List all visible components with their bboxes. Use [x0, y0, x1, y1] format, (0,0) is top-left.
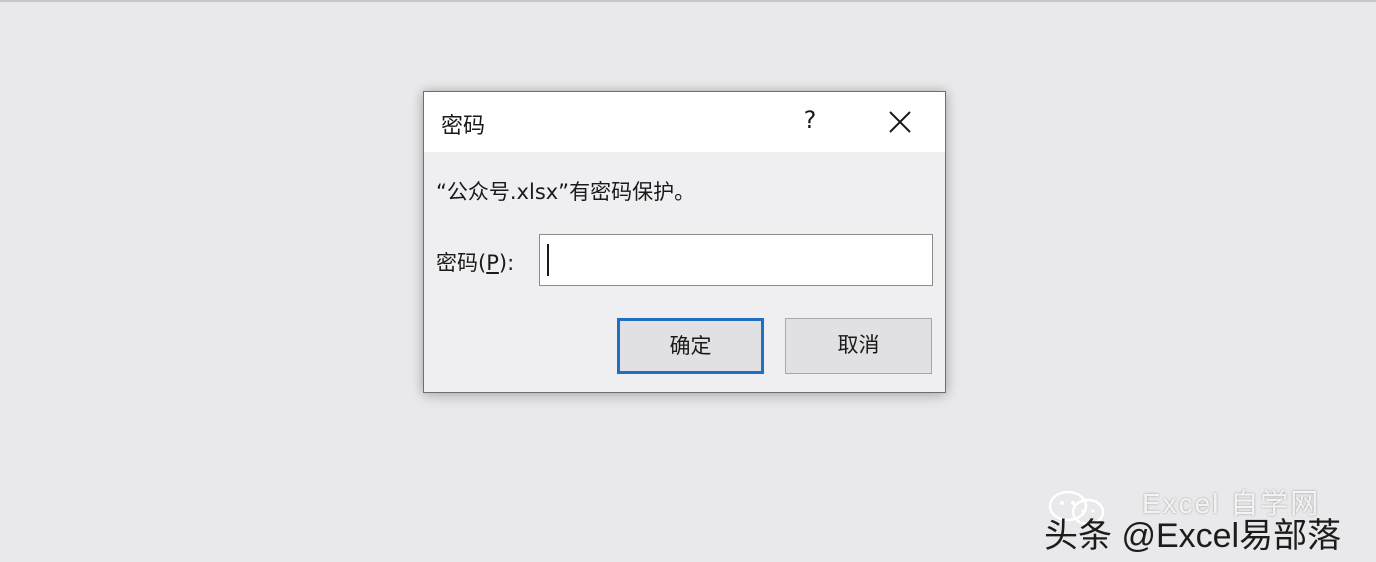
watermark-line2: 头条 @Excel易部落	[1044, 517, 1342, 555]
protection-message: “公众号.xlsx”有密码保护。	[436, 180, 696, 204]
password-dialog: 密码 ? “公众号.xlsx”有密码保护。 密码(P): 确定 取消	[423, 91, 946, 393]
password-label: 密码(P):	[436, 247, 514, 277]
close-icon	[889, 111, 911, 133]
cancel-button[interactable]: 取消	[785, 318, 932, 374]
dialog-title: 密码	[441, 114, 486, 139]
password-label-accelerator: P	[486, 251, 499, 275]
watermark: Excel 自学网 头条 @Excel易部落	[1038, 478, 1368, 558]
dialog-titlebar[interactable]: 密码 ?	[424, 92, 945, 152]
close-button[interactable]	[882, 104, 918, 140]
password-input[interactable]	[539, 234, 933, 286]
password-label-prefix: 密码(	[436, 251, 487, 275]
help-button[interactable]: ?	[794, 104, 826, 136]
top-divider	[0, 0, 1376, 2]
ok-button[interactable]: 确定	[617, 318, 764, 374]
text-caret	[547, 244, 549, 276]
password-label-suffix: ):	[498, 251, 515, 275]
